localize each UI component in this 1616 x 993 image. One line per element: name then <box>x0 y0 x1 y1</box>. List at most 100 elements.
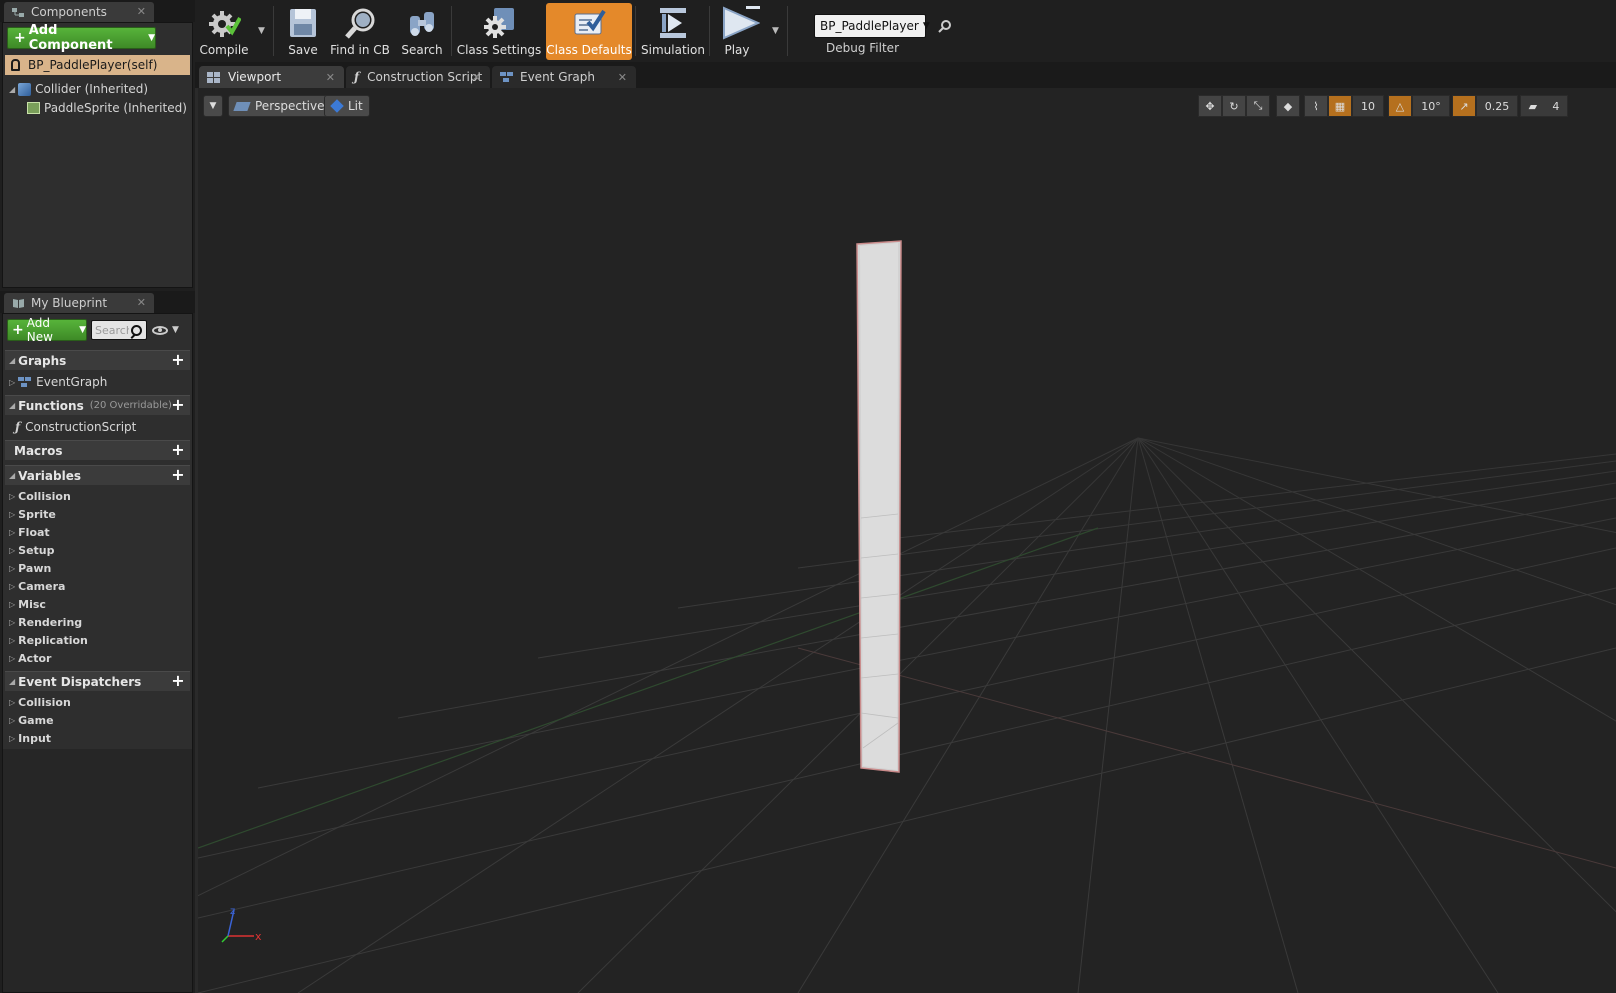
variable-category[interactable]: ▷ Sprite <box>5 505 190 523</box>
variable-category[interactable]: ▷ Pawn <box>5 559 190 577</box>
add-macro-button[interactable]: + <box>170 442 186 459</box>
grid-snap-value[interactable]: 10 <box>1352 95 1384 117</box>
debug-object-select[interactable]: BP_PaddlePlayer ▼ <box>814 14 930 38</box>
scale-snap-value[interactable]: 0.25 <box>1476 95 1518 117</box>
play-options-dropdown[interactable]: ▼ <box>772 26 779 36</box>
expand-triangle-icon[interactable]: ◢ <box>9 85 15 94</box>
perspective-icon <box>233 101 251 111</box>
expand-triangle-icon: ▷ <box>9 527 16 537</box>
tab-viewport[interactable]: Viewport ✕ <box>199 66 344 88</box>
save-button[interactable]: Save <box>279 3 327 60</box>
add-component-button[interactable]: + Add Component ▼ <box>7 23 156 53</box>
function-item-construction-script[interactable]: ƒ ConstructionScript <box>5 418 190 436</box>
dispatcher-category[interactable]: ▷ Collision <box>5 693 190 711</box>
section-graphs[interactable]: ◢ Graphs + <box>5 350 190 370</box>
section-variables[interactable]: ◢ Variables + <box>5 465 190 485</box>
variable-category-label: Replication <box>18 633 88 647</box>
viewport[interactable]: ▼ Perspective Lit ✥ ↻ ⤡ ◆ ⌇ ▦ 10 △ 10° ↗… <box>198 88 1616 993</box>
section-functions-title: Functions <box>18 398 84 413</box>
debug-search-icon[interactable] <box>938 19 952 36</box>
find-in-cb-button[interactable]: Find in CB <box>329 3 391 60</box>
close-icon[interactable]: ✕ <box>472 71 481 84</box>
class-settings-button[interactable]: Class Settings <box>456 3 542 60</box>
surface-snap-icon[interactable]: ⌇ <box>1304 95 1328 117</box>
toolbar-separator <box>709 6 710 56</box>
camera-speed-value: 4 <box>1552 99 1560 113</box>
expand-triangle-icon: ▷ <box>9 617 16 627</box>
camera-speed-button[interactable]: ▰ 4 <box>1520 95 1568 117</box>
section-graphs-title: Graphs <box>18 353 67 368</box>
section-event-dispatchers[interactable]: ◢ Event Dispatchers + <box>5 671 190 691</box>
play-button[interactable]: Play <box>713 3 761 60</box>
compile-button[interactable]: Compile <box>197 3 251 60</box>
section-dispatchers-title: Event Dispatchers <box>18 674 142 689</box>
add-event-dispatcher-button[interactable]: + <box>170 673 186 690</box>
variable-category-label: Rendering <box>18 615 83 629</box>
add-graph-button[interactable]: + <box>170 352 186 369</box>
toolbar-separator <box>273 6 274 56</box>
magnifier-icon <box>343 6 377 40</box>
close-icon[interactable]: ✕ <box>326 71 335 84</box>
search-button[interactable]: Search <box>395 3 449 60</box>
world-space-icon[interactable]: ◆ <box>1276 95 1300 117</box>
close-icon[interactable]: ✕ <box>137 296 146 309</box>
class-defaults-checklist-icon <box>572 6 606 40</box>
viewport-scene[interactable] <box>198 88 1616 993</box>
dispatcher-category[interactable]: ▷ Input <box>5 729 190 747</box>
variable-category[interactable]: ▷ Camera <box>5 577 190 595</box>
paddle-sprite-mesh[interactable] <box>856 240 902 773</box>
variable-category[interactable]: ▷ Rendering <box>5 613 190 631</box>
section-functions[interactable]: ◢ Functions (20 Overridable) + <box>5 395 190 415</box>
scale-icon[interactable]: ⤡ <box>1246 95 1270 117</box>
lit-button[interactable]: Lit <box>324 95 370 117</box>
variable-category[interactable]: ▷ Float <box>5 523 190 541</box>
component-self-item[interactable]: BP_PaddlePlayer(self) <box>5 55 190 75</box>
add-variable-button[interactable]: + <box>170 467 186 484</box>
add-new-button[interactable]: + Add New ▼ <box>7 316 87 344</box>
expand-triangle-icon: ▷ <box>9 733 16 743</box>
scale-snap-icon[interactable]: ↗ <box>1452 95 1476 117</box>
chevron-down-icon: ▼ <box>148 33 155 43</box>
expand-triangle-icon: ▷ <box>9 509 16 519</box>
variable-category[interactable]: ▷ Setup <box>5 541 190 559</box>
components-tab[interactable]: Components ✕ <box>4 2 154 22</box>
tab-event-graph[interactable]: Event Graph ✕ <box>492 66 636 88</box>
rotate-icon[interactable]: ↻ <box>1222 95 1246 117</box>
compile-options-dropdown[interactable]: ▼ <box>258 26 265 36</box>
close-icon[interactable]: ✕ <box>137 5 146 18</box>
dispatcher-category[interactable]: ▷ Game <box>5 711 190 729</box>
view-options-button[interactable]: ▼ <box>152 325 179 335</box>
variable-category[interactable]: ▷ Replication <box>5 631 190 649</box>
variable-category-label: Actor <box>18 651 52 665</box>
variable-category[interactable]: ▷ Actor <box>5 649 190 667</box>
blueprint-search-input[interactable] <box>95 323 129 337</box>
tab-construction-script[interactable]: ƒ Construction Script ✕ <box>346 66 490 88</box>
simulation-icon <box>656 6 690 40</box>
variable-category[interactable]: ▷ Misc <box>5 595 190 613</box>
simulation-button[interactable]: Simulation <box>641 3 705 60</box>
add-component-label: Add Component <box>28 23 113 53</box>
component-tree-item-collider[interactable]: ◢ Collider (Inherited) <box>5 79 148 99</box>
component-tree-item-paddle-sprite[interactable]: PaddleSprite (Inherited) <box>5 98 187 118</box>
viewport-options-button[interactable]: ▼ <box>203 95 223 117</box>
add-function-button[interactable]: + <box>170 397 186 414</box>
save-disk-icon <box>286 6 320 40</box>
close-icon[interactable]: ✕ <box>618 71 627 84</box>
search-icon[interactable] <box>131 324 142 336</box>
translate-icon[interactable]: ✥ <box>1198 95 1222 117</box>
section-macros[interactable]: Macros + <box>5 440 190 460</box>
components-icon <box>12 7 25 18</box>
my-blueprint-tab[interactable]: My Blueprint ✕ <box>4 293 154 313</box>
rotation-snap-icon[interactable]: △ <box>1388 95 1412 117</box>
dispatcher-category-label: Game <box>18 713 54 727</box>
expand-triangle-icon[interactable]: ▷ <box>9 378 15 387</box>
perspective-button[interactable]: Perspective <box>228 95 332 117</box>
lit-label: Lit <box>348 99 363 113</box>
class-defaults-button[interactable]: Class Defaults <box>546 3 632 60</box>
variable-category[interactable]: ▷ Collision <box>5 487 190 505</box>
rotation-snap-value[interactable]: 10° <box>1412 95 1450 117</box>
grid-snap-icon[interactable]: ▦ <box>1328 95 1352 117</box>
graph-item-eventgraph[interactable]: ▷ EventGraph <box>5 373 190 391</box>
components-tab-strip: Components ✕ <box>0 0 195 22</box>
dispatcher-category-label: Collision <box>18 695 71 709</box>
